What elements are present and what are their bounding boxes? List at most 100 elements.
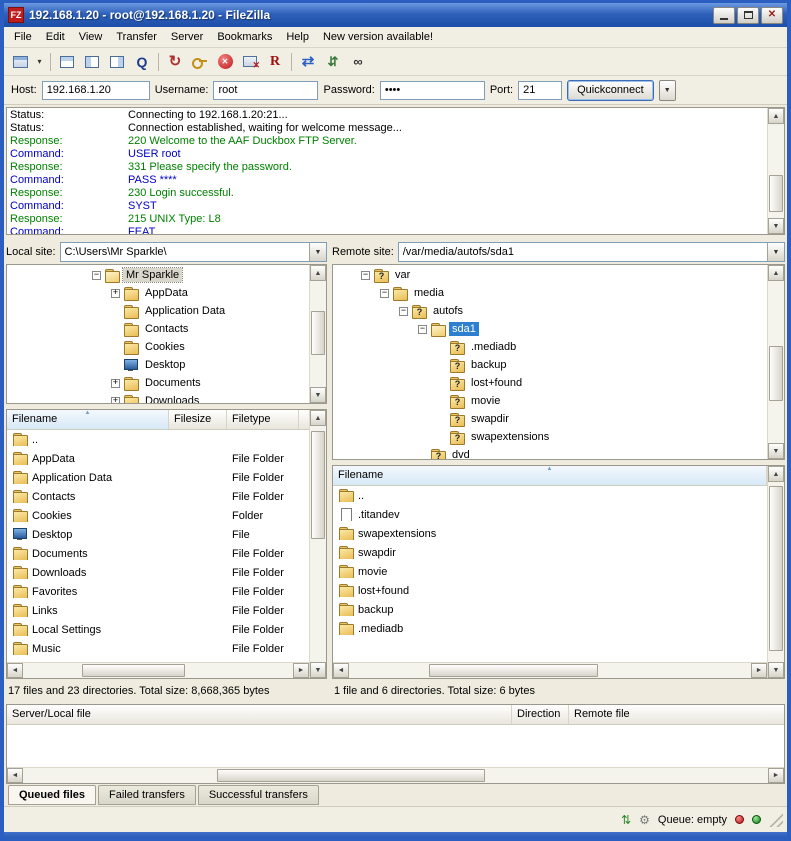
scroll-down-icon[interactable] (768, 218, 784, 234)
maximize-button[interactable] (737, 7, 759, 24)
port-input[interactable] (518, 81, 562, 100)
file-row[interactable]: Application Data File Folder (7, 468, 309, 487)
synchronized-browsing-button[interactable]: ⇵ (321, 51, 345, 73)
menu-help[interactable]: Help (279, 28, 316, 46)
expand-toggle-icon[interactable] (399, 307, 408, 316)
scrollbar-thumb[interactable] (311, 431, 325, 540)
scroll-down-icon[interactable] (768, 662, 784, 678)
tree-item[interactable]: Cookies (7, 338, 309, 356)
file-row[interactable]: Local Settings File Folder (7, 620, 309, 639)
file-row[interactable]: lost+found (333, 581, 767, 600)
scroll-down-icon[interactable] (310, 662, 326, 678)
remote-list-horizontal-scrollbar[interactable] (333, 662, 767, 678)
scrollbar-thumb[interactable] (82, 664, 185, 677)
close-button[interactable]: ✕ (761, 7, 783, 24)
file-row[interactable]: Cookies Folder (7, 506, 309, 525)
expand-toggle-icon[interactable] (418, 325, 427, 334)
scrollbar-thumb[interactable] (217, 769, 485, 782)
scroll-right-icon[interactable] (293, 663, 309, 678)
local-site-combobox[interactable]: C:\Users\Mr Sparkle\ (60, 242, 327, 262)
scrollbar-thumb[interactable] (769, 175, 783, 213)
local-tree-toggle-button[interactable] (80, 51, 104, 73)
file-row[interactable]: backup (333, 600, 767, 619)
scrollbar-thumb[interactable] (769, 486, 783, 652)
remote-site-combobox[interactable]: /var/media/autofs/sda1 (398, 242, 785, 262)
scroll-up-icon[interactable] (310, 410, 326, 426)
tab-successful-transfers[interactable]: Successful transfers (198, 785, 319, 805)
host-input[interactable] (42, 81, 150, 100)
file-row[interactable]: Desktop File (7, 525, 309, 544)
quickconnect-dropdown-button[interactable]: ▼ (659, 80, 676, 101)
combo-dropdown-icon[interactable] (309, 243, 326, 261)
tree-item[interactable]: autofs (333, 302, 767, 320)
scrollbar-thumb[interactable] (311, 311, 325, 356)
scroll-left-icon[interactable] (7, 663, 23, 678)
expand-toggle-icon[interactable] (92, 271, 101, 280)
file-row[interactable]: swapextensions (333, 524, 767, 543)
username-input[interactable] (213, 81, 318, 100)
file-row[interactable]: Contacts File Folder (7, 487, 309, 506)
menu-server[interactable]: Server (164, 28, 210, 46)
tree-item[interactable]: swapextensions (333, 428, 767, 446)
remote-list-vertical-scrollbar[interactable] (767, 466, 784, 678)
tab-queued-files[interactable]: Queued files (8, 785, 96, 805)
file-row[interactable]: Music File Folder (7, 639, 309, 658)
column-header-filename[interactable]: ▲Filename (7, 410, 169, 429)
scroll-up-icon[interactable] (768, 108, 784, 124)
tree-item[interactable]: Mr Sparkle (7, 266, 309, 284)
scroll-right-icon[interactable] (768, 768, 784, 783)
tree-item[interactable]: AppData (7, 284, 309, 302)
scroll-up-icon[interactable] (768, 265, 784, 281)
combo-dropdown-icon[interactable] (767, 243, 784, 261)
scroll-down-icon[interactable] (768, 443, 784, 459)
site-manager-dropdown-button[interactable]: ▾ (33, 51, 46, 73)
minimize-button[interactable] (713, 7, 735, 24)
column-header-remote-file[interactable]: Remote file (569, 705, 784, 724)
reconnect-button[interactable]: R (263, 51, 287, 73)
cancel-button[interactable]: ✕ (213, 51, 237, 73)
site-manager-button[interactable] (8, 51, 32, 73)
local-list-horizontal-scrollbar[interactable] (7, 662, 309, 678)
expand-toggle-icon[interactable] (111, 379, 120, 388)
column-header-local-file[interactable]: Server/Local file (7, 705, 512, 724)
tab-failed-transfers[interactable]: Failed transfers (98, 785, 196, 805)
tree-item[interactable]: sda1 (333, 320, 767, 338)
scroll-right-icon[interactable] (751, 663, 767, 678)
expand-toggle-icon[interactable] (111, 397, 120, 404)
message-log-toggle-button[interactable] (55, 51, 79, 73)
tree-item[interactable]: backup (333, 356, 767, 374)
menu-view[interactable]: View (72, 28, 110, 46)
log-vertical-scrollbar[interactable] (767, 108, 784, 234)
scrollbar-thumb[interactable] (429, 664, 598, 677)
password-input[interactable] (380, 81, 485, 100)
expand-toggle-icon[interactable] (361, 271, 370, 280)
scroll-left-icon[interactable] (7, 768, 23, 783)
menu-new-version[interactable]: New version available! (316, 28, 440, 46)
tree-item[interactable]: Downloads (7, 392, 309, 403)
expand-toggle-icon[interactable] (111, 289, 120, 298)
menu-bookmarks[interactable]: Bookmarks (210, 28, 279, 46)
column-header-filename[interactable]: ▲Filename (333, 466, 767, 485)
column-header-filesize[interactable]: Filesize (169, 410, 227, 429)
tree-item[interactable]: media (333, 284, 767, 302)
file-row[interactable]: .. (7, 430, 309, 449)
column-header-filetype[interactable]: Filetype (227, 410, 299, 429)
remote-tree-vertical-scrollbar[interactable] (767, 265, 784, 459)
scroll-down-icon[interactable] (310, 387, 326, 403)
remote-tree-toggle-button[interactable] (105, 51, 129, 73)
local-list-vertical-scrollbar[interactable] (309, 410, 326, 678)
file-row[interactable]: Downloads File Folder (7, 563, 309, 582)
menu-edit[interactable]: Edit (39, 28, 72, 46)
scrollbar-thumb[interactable] (769, 346, 783, 401)
tree-item[interactable]: var (333, 266, 767, 284)
file-row[interactable]: AppData File Folder (7, 449, 309, 468)
file-row[interactable]: Documents File Folder (7, 544, 309, 563)
file-row[interactable]: swapdir (333, 543, 767, 562)
file-row[interactable]: .. (333, 486, 767, 505)
queue-toggle-button[interactable]: Q (130, 51, 154, 73)
tree-item[interactable]: swapdir (333, 410, 767, 428)
file-row[interactable]: movie (333, 562, 767, 581)
resize-grip[interactable] (769, 813, 783, 827)
column-header-direction[interactable]: Direction (512, 705, 569, 724)
file-row[interactable]: Links File Folder (7, 601, 309, 620)
